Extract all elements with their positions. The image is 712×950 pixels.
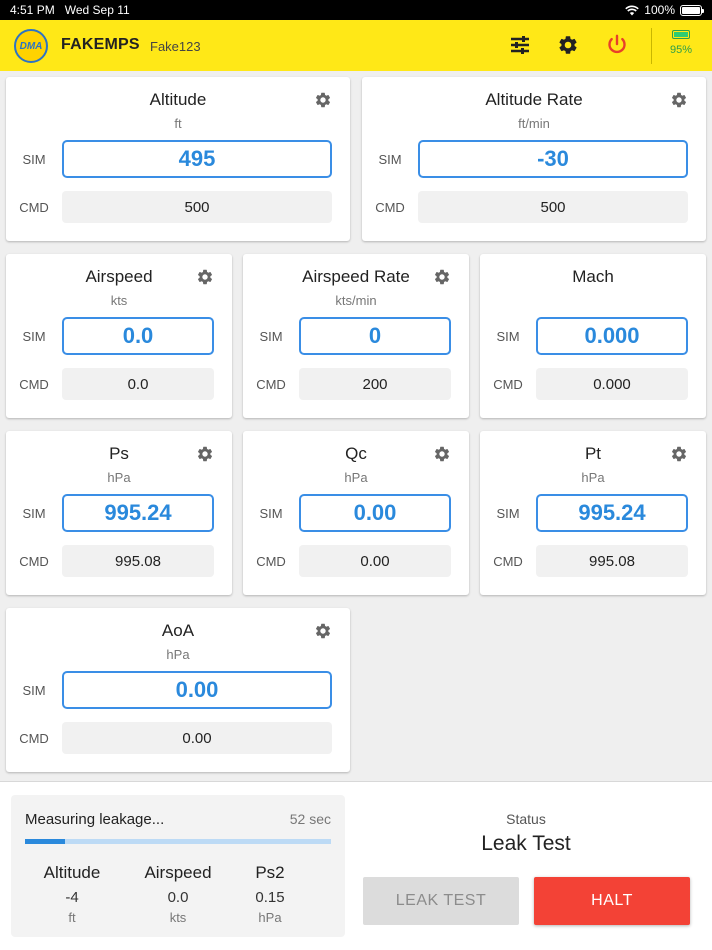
qc-cmd-value: 0.00 bbox=[299, 545, 451, 577]
gear-icon[interactable] bbox=[314, 91, 332, 109]
cmd-label: CMD bbox=[493, 377, 523, 392]
sliders-icon[interactable] bbox=[507, 32, 533, 58]
pt-cmd-value: 995.08 bbox=[536, 545, 688, 577]
gear-icon[interactable] bbox=[555, 32, 581, 58]
cmd-label: CMD bbox=[493, 554, 523, 569]
leak-test-button[interactable]: LEAK TEST bbox=[363, 877, 519, 925]
card-unit: hPa bbox=[581, 470, 605, 485]
cmd-label: CMD bbox=[19, 377, 49, 392]
card-unit: hPa bbox=[107, 470, 131, 485]
sim-label: SIM bbox=[259, 506, 283, 521]
altitude-rate-cmd-value: 500 bbox=[418, 191, 688, 223]
card-aoa: AoA hPa SIM 0.00 CMD 0.00 bbox=[6, 608, 350, 772]
gear-icon[interactable] bbox=[433, 445, 451, 463]
mach-cmd-value: 0.000 bbox=[536, 368, 688, 400]
card-qc: Qc hPa SIM 0.00 CMD 0.00 bbox=[243, 431, 469, 595]
cmd-label: CMD bbox=[19, 731, 49, 746]
halt-button[interactable]: HALT bbox=[534, 877, 690, 925]
device-battery-percent: 95% bbox=[669, 44, 693, 56]
card-pt: Pt hPa SIM 995.24 CMD 995.08 bbox=[480, 431, 706, 595]
gear-icon[interactable] bbox=[196, 268, 214, 286]
header-divider bbox=[651, 28, 652, 64]
card-title: Altitude Rate bbox=[485, 90, 583, 109]
ios-status-bar: 4:51 PM Wed Sep 11 100% bbox=[0, 0, 712, 20]
altitude-cmd-value: 500 bbox=[62, 191, 332, 223]
card-unit: ft/min bbox=[518, 116, 550, 131]
card-title: AoA bbox=[161, 621, 195, 640]
card-unit: hPa bbox=[166, 647, 190, 662]
card-title: Mach bbox=[572, 267, 614, 286]
aoa-cmd-value: 0.00 bbox=[62, 722, 332, 754]
cmd-label: CMD bbox=[375, 200, 405, 215]
status-value: Leak Test bbox=[481, 832, 571, 855]
leak-measure-card: Measuring leakage... 52 sec Altitude -4 … bbox=[11, 795, 345, 937]
card-airspeed-rate: Airspeed Rate kts/min SIM 0 CMD 200 bbox=[243, 254, 469, 418]
sim-label: SIM bbox=[496, 506, 520, 521]
battery-percent: 100% bbox=[644, 3, 675, 17]
card-unit: ft bbox=[174, 116, 182, 131]
app-header: DMA FAKEMPS Fake123 95% bbox=[0, 20, 712, 71]
battery-icon bbox=[680, 4, 704, 16]
gear-icon[interactable] bbox=[670, 445, 688, 463]
cmd-label: CMD bbox=[19, 200, 49, 215]
leak-progress-bar bbox=[25, 839, 331, 844]
gear-icon[interactable] bbox=[433, 268, 451, 286]
wifi-icon bbox=[625, 5, 640, 15]
leak-col-altitude: Altitude -4 ft bbox=[43, 863, 101, 925]
status-time-date: 4:51 PM Wed Sep 11 bbox=[10, 3, 130, 17]
airspeed-cmd-value: 0.0 bbox=[62, 368, 214, 400]
aoa-sim-value[interactable]: 0.00 bbox=[62, 671, 332, 709]
power-icon[interactable] bbox=[604, 32, 630, 58]
mach-sim-value[interactable]: 0.000 bbox=[536, 317, 688, 355]
card-airspeed: Airspeed kts SIM 0.0 CMD 0.0 bbox=[6, 254, 232, 418]
sim-label: SIM bbox=[259, 329, 283, 344]
sim-label: SIM bbox=[378, 152, 402, 167]
card-unit: hPa bbox=[344, 470, 368, 485]
cmd-label: CMD bbox=[256, 377, 286, 392]
sim-label: SIM bbox=[22, 506, 46, 521]
card-unit: kts bbox=[110, 293, 128, 308]
leak-seconds: 52 sec bbox=[289, 811, 331, 827]
airspeed-rate-sim-value[interactable]: 0 bbox=[299, 317, 451, 355]
card-altitude-rate: Altitude Rate ft/min SIM -30 CMD 500 bbox=[362, 77, 706, 241]
leak-message: Measuring leakage... bbox=[25, 811, 165, 828]
airspeed-rate-cmd-value: 200 bbox=[299, 368, 451, 400]
card-unit: kts/min bbox=[335, 293, 377, 308]
device-id: Fake123 bbox=[150, 39, 201, 54]
pt-sim-value[interactable]: 995.24 bbox=[536, 494, 688, 532]
status-label: Status bbox=[506, 811, 546, 827]
cmd-label: CMD bbox=[256, 554, 286, 569]
cmd-label: CMD bbox=[19, 554, 49, 569]
leak-col-airspeed: Airspeed 0.0 kts bbox=[144, 863, 212, 925]
ps-sim-value[interactable]: 995.24 bbox=[62, 494, 214, 532]
app-name: FAKEMPS bbox=[61, 36, 140, 53]
gear-icon[interactable] bbox=[314, 622, 332, 640]
card-ps: Ps hPa SIM 995.24 CMD 995.08 bbox=[6, 431, 232, 595]
leak-col-ps2: Ps2 0.15 hPa bbox=[255, 863, 285, 925]
gear-icon[interactable] bbox=[196, 445, 214, 463]
sim-label: SIM bbox=[496, 329, 520, 344]
card-title: Altitude bbox=[149, 90, 207, 109]
gear-icon[interactable] bbox=[670, 91, 688, 109]
sim-label: SIM bbox=[22, 683, 46, 698]
device-battery: 95% bbox=[665, 30, 697, 56]
leak-progress-fill bbox=[25, 839, 65, 844]
device-battery-icon bbox=[672, 30, 690, 39]
ps-cmd-value: 995.08 bbox=[62, 545, 214, 577]
altitude-rate-sim-value[interactable]: -30 bbox=[418, 140, 688, 178]
card-altitude: Altitude ft SIM 495 CMD 500 bbox=[6, 77, 350, 241]
card-mach: Mach SIM 0.000 CMD 0.000 bbox=[480, 254, 706, 418]
sim-label: SIM bbox=[22, 329, 46, 344]
qc-sim-value[interactable]: 0.00 bbox=[299, 494, 451, 532]
airspeed-sim-value[interactable]: 0.0 bbox=[62, 317, 214, 355]
altitude-sim-value[interactable]: 495 bbox=[62, 140, 332, 178]
dma-logo: DMA bbox=[14, 29, 48, 63]
sim-label: SIM bbox=[22, 152, 46, 167]
